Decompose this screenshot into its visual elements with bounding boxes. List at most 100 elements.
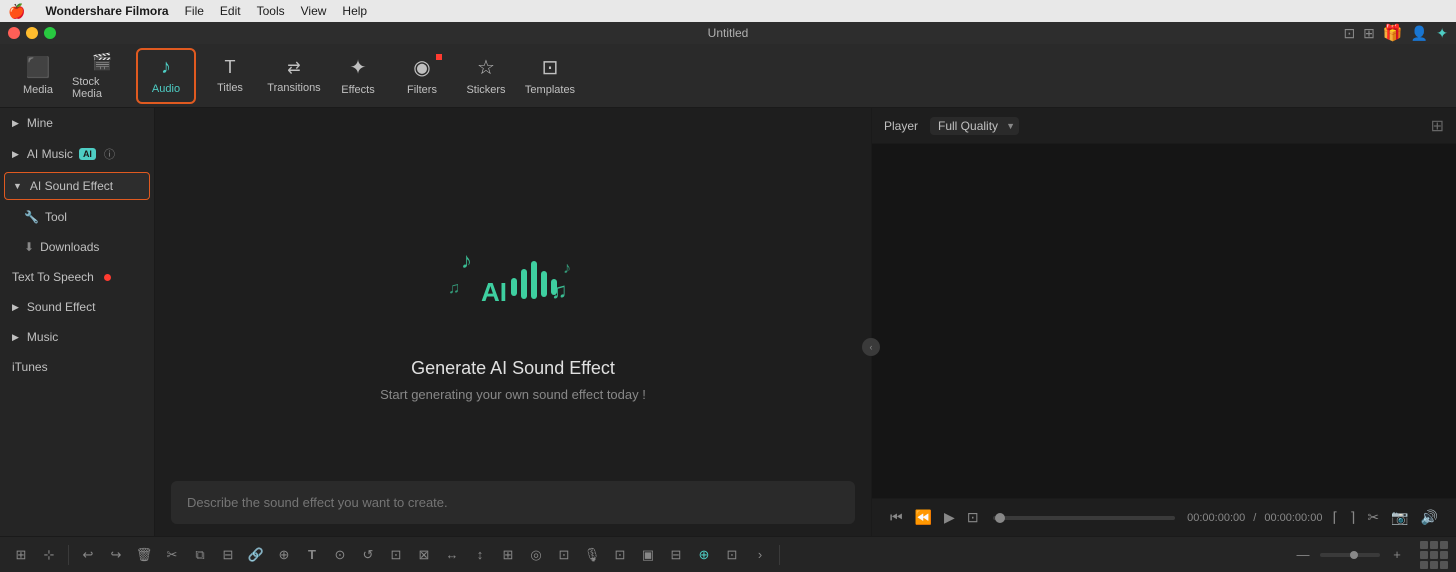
sidebar-item-itunes[interactable]: iTunes [0,352,154,382]
player-header: Player Full Quality 1/2 Quality 1/4 Qual… [872,108,1456,144]
zoom-out-icon[interactable]: — [1290,542,1316,568]
bt-cut-icon[interactable]: ✂ [159,542,185,568]
bt-audio-icon[interactable]: 🎙 [579,542,605,568]
bt-grid-icon[interactable] [1420,541,1448,569]
sidebar-item-music[interactable]: ▶ Music [0,322,154,352]
toolbar-stockmedia[interactable]: 🎬 Stock Media [72,48,132,104]
window-icon-1[interactable]: ⊡ [1343,25,1355,42]
sidebar-item-soundeffect[interactable]: ▶ Sound Effect [0,292,154,322]
player-progress[interactable] [993,516,1176,520]
sparkle-icon[interactable]: ✦ [1436,25,1448,42]
sidebar-aisoundeffect-label: AI Sound Effect [30,179,113,193]
sidebar-item-texttospeech[interactable]: Text To Speech [0,262,154,292]
toolbar-effects-label: Effects [341,84,374,96]
skip-back-icon[interactable]: ⏮ [888,507,905,528]
bt-add-icon[interactable]: ⊕ [271,542,297,568]
bt-record-icon[interactable]: ⊕ [691,542,717,568]
chevron-down-icon: ▼ [13,181,22,191]
bt-copy-icon[interactable]: ⧉ [187,542,213,568]
toolbar-stockmedia-label: Stock Media [72,76,132,100]
mark-out-icon[interactable]: ⌉ [1348,507,1357,528]
grid-view-icon[interactable]: ⊞ [1431,116,1444,136]
bt-circle-icon[interactable]: ⊙ [327,542,353,568]
bt-color-icon[interactable]: ▣ [635,542,661,568]
player-controls: ⏮ ⏪ ▶ ⊡ 00:00:00:00 / 00:00:00:00 ⌈ ⌉ ✂ … [872,498,1456,536]
ai-illustration: ♪ ♫ ♫ ♪ AI [443,218,583,338]
toolbar-titles[interactable]: T Titles [200,48,260,104]
bt-speed-icon[interactable]: ⊡ [719,542,745,568]
menu-help[interactable]: Help [342,4,367,18]
bt-crop-icon[interactable]: ⊡ [383,542,409,568]
bt-split-h-icon[interactable]: ↔ [439,542,465,568]
chevron-right-icon: ▶ [12,118,19,129]
bt-split-v-icon[interactable]: ↕ [467,542,493,568]
bt-scene-icon[interactable]: ⊞ [8,542,34,568]
bt-shield-icon[interactable]: ⊟ [663,542,689,568]
sound-effect-input[interactable] [171,481,855,524]
bt-link-icon[interactable]: 🔗 [243,542,269,568]
minimize-button[interactable] [26,27,38,39]
menu-file[interactable]: File [185,4,204,18]
mark-in-icon[interactable]: ⌈ [1330,507,1339,528]
toolbar-transitions[interactable]: ⇄ Transitions [264,48,324,104]
bt-rotate-icon[interactable]: ↺ [355,542,381,568]
grid-dot-5 [1430,551,1438,559]
snapshot-icon[interactable]: 📷 [1389,507,1410,528]
svg-text:♪: ♪ [461,248,472,273]
ai-badge: AI [79,148,96,160]
bt-composite-icon[interactable]: ◎ [523,542,549,568]
bt-adjust-icon[interactable]: ⊡ [551,542,577,568]
menu-edit[interactable]: Edit [220,4,241,18]
toolbar-stickers[interactable]: ☆ Stickers [456,48,516,104]
menu-tools[interactable]: Tools [257,4,285,18]
sidebar-item-tool[interactable]: 🔧 Tool [0,202,154,232]
toolbar-media[interactable]: ⬛ Media [8,48,68,104]
bt-minus-icon[interactable]: ⊟ [215,542,241,568]
window-icon-2[interactable]: ⊞ [1363,25,1375,42]
zoom-thumb [1350,551,1358,559]
bt-magnet-icon[interactable]: ⊹ [36,542,62,568]
bt-pip-icon[interactable]: ⊞ [495,542,521,568]
svg-text:♫: ♫ [448,280,460,297]
toolbar-filters[interactable]: ◉ Filters [392,48,452,104]
fullscreen-small-icon[interactable]: ⊡ [965,507,981,528]
user-icon[interactable]: 👤 [1411,25,1428,42]
apple-icon[interactable]: 🍎 [8,3,25,20]
window-title: Untitled [708,26,749,40]
window-chrome: Untitled ⊡ ⊞ 🎁 👤 ✦ [0,22,1456,44]
bt-redo-icon[interactable]: ↪ [103,542,129,568]
zoom-track[interactable] [1320,553,1380,557]
quality-select[interactable]: Full Quality 1/2 Quality 1/4 Quality [930,117,1019,135]
toolbar-audio[interactable]: ♪ Audio [136,48,196,104]
zoom-in-icon[interactable]: + [1384,542,1410,568]
toolbar-effects[interactable]: ✦ Effects [328,48,388,104]
frame-back-icon[interactable]: ⏪ [913,507,934,528]
bt-subtitle-icon[interactable]: ⊡ [607,542,633,568]
sidebar-music-label: Music [27,330,58,344]
bt-more-icon[interactable]: › [747,542,773,568]
bt-undo-icon[interactable]: ↩ [75,542,101,568]
close-button[interactable] [8,27,20,39]
sidebar-item-downloads[interactable]: ⬇ Downloads [0,232,154,262]
bt-delete-icon[interactable]: 🗑 [131,542,157,568]
sidebar-aimusic-label: AI Music [27,147,73,161]
cut-icon[interactable]: ✂ [1365,507,1381,528]
main-layout: ▶ Mine ▶ AI Music AI ⓘ ▼ AI Sound Effect… [0,108,1456,536]
stickers-icon: ☆ [477,55,495,80]
toolbar-templates[interactable]: ⊡ Templates [520,48,580,104]
bt-frame-icon[interactable]: ⊠ [411,542,437,568]
bt-text-icon[interactable]: T [299,542,325,568]
info-icon: ⓘ [104,146,115,162]
sidebar-item-mine[interactable]: ▶ Mine [0,108,154,138]
play-icon[interactable]: ▶ [942,507,957,528]
player-time-total: 00:00:00:00 [1264,512,1322,524]
sidebar-mine-label: Mine [27,116,53,130]
sidebar-item-aimusic[interactable]: ▶ AI Music AI ⓘ [0,138,154,170]
menu-view[interactable]: View [301,4,327,18]
collapse-sidebar-button[interactable]: ‹ [862,338,880,356]
volume-icon[interactable]: 🔊 [1419,507,1440,528]
gift-icon[interactable]: 🎁 [1383,23,1403,43]
bt-sep-2 [779,545,780,565]
fullscreen-button[interactable] [44,27,56,39]
sidebar-item-aisoundeffect[interactable]: ▼ AI Sound Effect [4,172,150,200]
